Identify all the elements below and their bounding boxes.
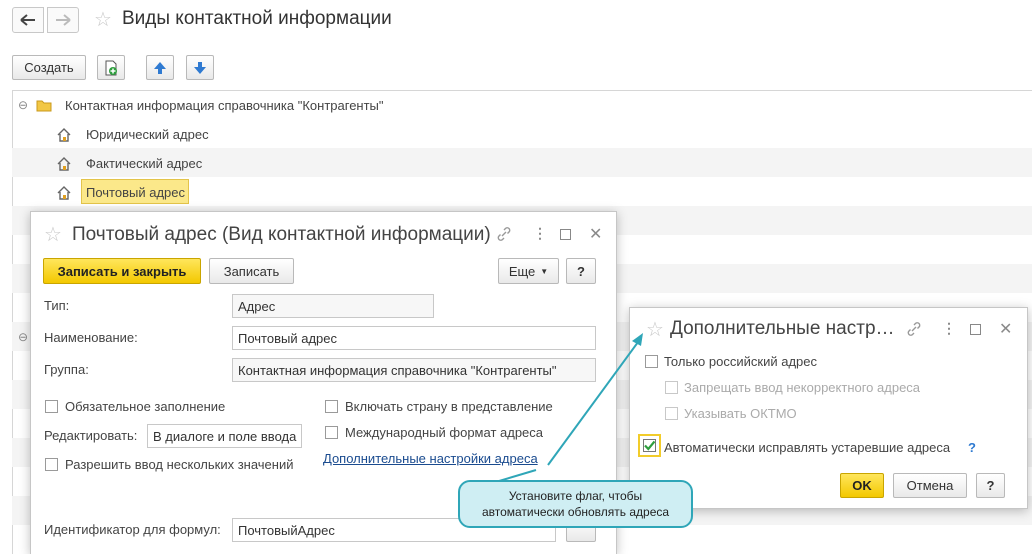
close-icon[interactable]: ✕ (589, 224, 602, 244)
only-russian-label: Только российский адрес (664, 354, 817, 369)
type-label: Тип: (44, 298, 70, 313)
tree-item-postal-address[interactable]: Почтовый адрес (86, 185, 185, 200)
hint-text: Установите флаг, чтобы автоматически обн… (481, 489, 670, 519)
link-icon[interactable] (906, 321, 922, 337)
include-country-label: Включать страну в представление (345, 399, 553, 414)
multiple-values-checkbox[interactable] (45, 458, 58, 471)
maximize-icon[interactable] (970, 324, 981, 335)
auto-fix-label: Автоматически исправлять устаревшие адре… (664, 440, 951, 455)
group-label: Группа: (44, 362, 89, 377)
favorite-star-icon[interactable]: ☆ (646, 320, 664, 340)
show-oktmo-label: Указывать ОКТМО (684, 406, 797, 421)
house-icon (57, 157, 71, 171)
auto-fix-checkbox[interactable] (643, 439, 656, 452)
only-russian-checkbox[interactable] (645, 355, 658, 368)
house-icon (57, 186, 71, 200)
more-menu-icon[interactable]: ⋮ (942, 320, 956, 337)
tree-item-legal-address[interactable]: Юридический адрес (86, 127, 209, 142)
name-label: Наименование: (44, 330, 138, 345)
arrow-right-icon (56, 14, 71, 26)
formula-id-label: Идентификатор для формул: (44, 522, 221, 537)
create-button[interactable]: Создать (12, 55, 86, 80)
required-label: Обязательное заполнение (65, 399, 226, 414)
add-document-icon (105, 60, 117, 75)
ok-button[interactable]: OK (840, 473, 884, 498)
dialog-help-button[interactable]: ? (976, 473, 1005, 498)
edit-mode-label: Редактировать: (44, 428, 138, 443)
favorite-star-icon[interactable]: ☆ (44, 225, 62, 245)
save-and-close-button[interactable]: Записать и закрыть (43, 258, 201, 284)
extra-settings-link[interactable]: Дополнительные настройки адреса (323, 451, 538, 466)
required-checkbox[interactable] (45, 400, 58, 413)
arrow-up-icon (154, 61, 166, 74)
close-icon[interactable]: ✕ (999, 319, 1012, 339)
checkmark-icon (644, 440, 655, 451)
group-field[interactable]: Контактная информация справочника "Контр… (232, 358, 596, 382)
multiple-values-label: Разрешить ввод нескольких значений (65, 457, 294, 472)
chevron-down-icon: ▼ (540, 266, 549, 276)
forbid-incorrect-label: Запрещать ввод некорректного адреса (684, 380, 921, 395)
favorite-star-icon[interactable]: ☆ (94, 10, 112, 30)
add-copy-button[interactable] (97, 55, 125, 80)
move-up-button[interactable] (146, 55, 174, 80)
save-button[interactable]: Записать (209, 258, 294, 284)
move-down-button[interactable] (186, 55, 214, 80)
include-country-checkbox[interactable] (325, 400, 338, 413)
page-title: Виды контактной информации (122, 8, 392, 29)
collapse-toggle-icon[interactable]: ⊖ (18, 330, 28, 344)
intl-format-checkbox[interactable] (325, 426, 338, 439)
folder-icon (36, 100, 52, 112)
arrow-down-icon (194, 61, 206, 74)
more-actions-button[interactable]: Еще ▼ (498, 258, 559, 284)
forbid-incorrect-checkbox[interactable] (665, 381, 678, 394)
edit-mode-select[interactable]: В диалоге и поле ввода (147, 424, 302, 448)
back-button[interactable] (12, 7, 44, 33)
forward-button[interactable] (47, 7, 79, 33)
maximize-icon[interactable] (560, 229, 571, 240)
hint-tooltip: Установите флаг, чтобы автоматически обн… (458, 480, 693, 528)
help-button[interactable]: ? (566, 258, 596, 284)
dialog-title: Дополнительные настр… (670, 318, 895, 339)
help-icon[interactable]: ? (968, 440, 976, 455)
house-icon (57, 128, 71, 142)
cancel-button[interactable]: Отмена (893, 473, 967, 498)
show-oktmo-checkbox[interactable] (665, 407, 678, 420)
intl-format-label: Международный формат адреса (345, 425, 544, 440)
form-title: Почтовый адрес (Вид контактной информаци… (72, 224, 491, 245)
collapse-toggle-icon[interactable]: ⊖ (18, 98, 28, 112)
more-menu-icon[interactable]: ⋮ (533, 225, 547, 242)
link-icon[interactable] (496, 226, 512, 242)
more-actions-label: Еще (508, 263, 536, 279)
type-field[interactable]: Адрес (232, 294, 434, 318)
tree-group-label[interactable]: Контактная информация справочника "Контр… (65, 98, 384, 113)
arrow-left-icon (20, 14, 35, 26)
name-field[interactable]: Почтовый адрес (232, 326, 596, 350)
tree-item-actual-address[interactable]: Фактический адрес (86, 156, 202, 171)
